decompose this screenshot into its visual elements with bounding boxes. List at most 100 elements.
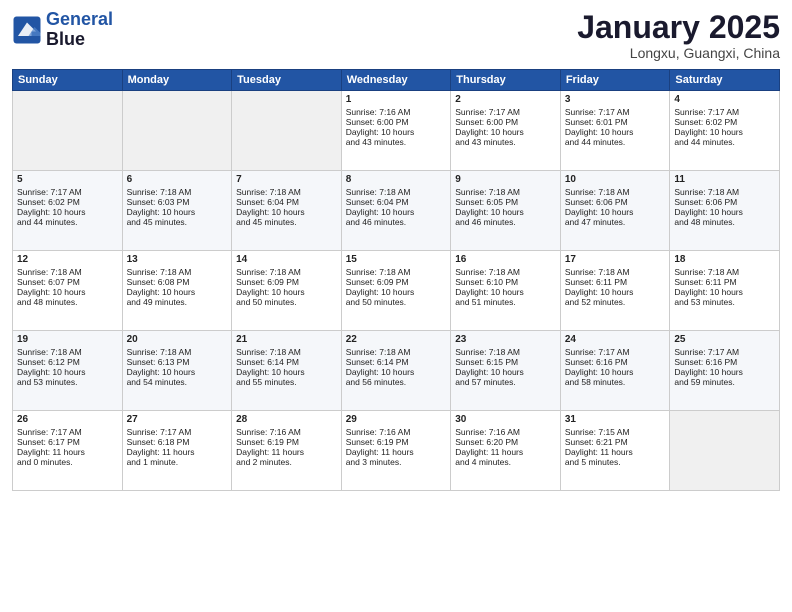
day-number: 25	[674, 334, 775, 345]
cell-info-line: and 3 minutes.	[346, 457, 447, 467]
calendar-cell: 14Sunrise: 7:18 AMSunset: 6:09 PMDayligh…	[232, 251, 342, 331]
cell-info-line: Sunset: 6:09 PM	[346, 277, 447, 287]
calendar-cell: 19Sunrise: 7:18 AMSunset: 6:12 PMDayligh…	[13, 331, 123, 411]
cell-info-line: Sunset: 6:01 PM	[565, 117, 666, 127]
calendar-cell: 4Sunrise: 7:17 AMSunset: 6:02 PMDaylight…	[670, 91, 780, 171]
calendar-title: January 2025	[577, 10, 780, 45]
cell-info-line: Sunrise: 7:18 AM	[127, 187, 228, 197]
day-number: 12	[17, 254, 118, 265]
cell-info-line: Sunset: 6:20 PM	[455, 437, 556, 447]
day-number: 31	[565, 414, 666, 425]
cell-info-line: and 48 minutes.	[674, 217, 775, 227]
cell-info-line: Sunrise: 7:17 AM	[455, 107, 556, 117]
calendar-cell	[122, 91, 232, 171]
cell-info-line: Daylight: 10 hours	[17, 287, 118, 297]
cell-info-line: Sunrise: 7:17 AM	[565, 107, 666, 117]
cell-info-line: and 44 minutes.	[674, 137, 775, 147]
cell-info-line: Sunrise: 7:18 AM	[455, 347, 556, 357]
cell-info-line: Daylight: 11 hours	[17, 447, 118, 457]
cell-info-line: Daylight: 10 hours	[17, 207, 118, 217]
cell-info-line: Sunrise: 7:18 AM	[674, 267, 775, 277]
cell-info-line: Sunrise: 7:17 AM	[17, 427, 118, 437]
logo-general: General	[46, 9, 113, 29]
calendar-cell: 3Sunrise: 7:17 AMSunset: 6:01 PMDaylight…	[560, 91, 670, 171]
cell-info-line: Daylight: 11 hours	[346, 447, 447, 457]
day-number: 22	[346, 334, 447, 345]
calendar-cell: 6Sunrise: 7:18 AMSunset: 6:03 PMDaylight…	[122, 171, 232, 251]
calendar-table: SundayMondayTuesdayWednesdayThursdayFrid…	[12, 69, 780, 491]
day-number: 29	[346, 414, 447, 425]
cell-info-line: Sunset: 6:19 PM	[346, 437, 447, 447]
cell-info-line: Sunrise: 7:16 AM	[346, 427, 447, 437]
day-number: 30	[455, 414, 556, 425]
calendar-cell: 30 Sunrise: 7:16 AMSunset: 6:20 PMDayligh…	[451, 411, 561, 491]
cell-info-line: Sunset: 6:04 PM	[236, 197, 337, 207]
cell-info-line: Sunrise: 7:17 AM	[674, 107, 775, 117]
cell-info-line: and 58 minutes.	[565, 377, 666, 387]
cell-info-line: Sunset: 6:00 PM	[346, 117, 447, 127]
calendar-cell	[13, 91, 123, 171]
cell-info-line: and 56 minutes.	[346, 377, 447, 387]
cell-info-line: Sunrise: 7:18 AM	[127, 347, 228, 357]
cell-info-line: Daylight: 10 hours	[565, 367, 666, 377]
day-header-monday: Monday	[122, 70, 232, 91]
cell-info-line: Sunrise: 7:18 AM	[17, 267, 118, 277]
calendar-cell: 1Sunrise: 7:16 AMSunset: 6:00 PMDaylight…	[341, 91, 451, 171]
cell-info-line: and 59 minutes.	[674, 377, 775, 387]
cell-info-line: Daylight: 10 hours	[346, 367, 447, 377]
cell-info-line: Sunset: 6:18 PM	[127, 437, 228, 447]
calendar-cell	[670, 411, 780, 491]
day-header-thursday: Thursday	[451, 70, 561, 91]
calendar-subtitle: Longxu, Guangxi, China	[577, 45, 780, 61]
cell-info-line: and 57 minutes.	[455, 377, 556, 387]
cell-info-line: Sunset: 6:16 PM	[565, 357, 666, 367]
cell-info-line: and 53 minutes.	[17, 377, 118, 387]
calendar-cell	[232, 91, 342, 171]
cell-info-line: and 54 minutes.	[127, 377, 228, 387]
cell-info-line: Daylight: 10 hours	[674, 127, 775, 137]
cell-info-line: Sunrise: 7:18 AM	[236, 187, 337, 197]
calendar-cell: 21Sunrise: 7:18 AMSunset: 6:14 PMDayligh…	[232, 331, 342, 411]
cell-info-line: Sunset: 6:13 PM	[127, 357, 228, 367]
cell-info-line: Sunset: 6:03 PM	[127, 197, 228, 207]
day-number: 23	[455, 334, 556, 345]
logo-icon	[12, 15, 42, 45]
cell-info-line: Daylight: 10 hours	[127, 207, 228, 217]
cell-info-line: Sunset: 6:00 PM	[455, 117, 556, 127]
cell-info-line: Daylight: 11 hours	[127, 447, 228, 457]
calendar-cell: 31Sunrise: 7:15 AMSunset: 6:21 PMDayligh…	[560, 411, 670, 491]
cell-info-line: Sunrise: 7:18 AM	[346, 187, 447, 197]
cell-info-line: and 49 minutes.	[127, 297, 228, 307]
calendar-cell: 7Sunrise: 7:18 AMSunset: 6:04 PMDaylight…	[232, 171, 342, 251]
calendar-cell: 23 Sunrise: 7:18 AMSunset: 6:15 PMDayligh…	[451, 331, 561, 411]
cell-info-line: Sunrise: 7:18 AM	[236, 347, 337, 357]
cell-info-line: and 53 minutes.	[674, 297, 775, 307]
cell-info-line: Sunrise: 7:16 AM	[236, 427, 337, 437]
calendar-cell: 17Sunrise: 7:18 AMSunset: 6:11 PMDayligh…	[560, 251, 670, 331]
day-number: 16	[455, 254, 556, 265]
day-number: 28	[236, 414, 337, 425]
day-number: 2	[455, 94, 556, 105]
calendar-cell: 16Sunrise: 7:18 AMSunset: 6:10 PMDayligh…	[451, 251, 561, 331]
cell-info-line: Sunset: 6:02 PM	[674, 117, 775, 127]
cell-info-line: Sunset: 6:15 PM	[455, 357, 556, 367]
cell-info-line: and 48 minutes.	[17, 297, 118, 307]
cell-info-line: Daylight: 10 hours	[455, 367, 556, 377]
cell-info-line: Daylight: 10 hours	[346, 207, 447, 217]
cell-info-line: Sunrise: 7:16 AM	[455, 427, 556, 437]
cell-info-line: Daylight: 11 hours	[455, 447, 556, 457]
cell-info-line: and 44 minutes.	[17, 217, 118, 227]
cell-info-line: and 55 minutes.	[236, 377, 337, 387]
cell-info-line: and 2 minutes.	[236, 457, 337, 467]
cell-info-line: Daylight: 10 hours	[674, 287, 775, 297]
calendar-cell: 18Sunrise: 7:18 AMSunset: 6:11 PMDayligh…	[670, 251, 780, 331]
cell-info-line: and 0 minutes.	[17, 457, 118, 467]
cell-info-line: Sunset: 6:12 PM	[17, 357, 118, 367]
cell-info-line: Sunset: 6:21 PM	[565, 437, 666, 447]
cell-info-line: Daylight: 10 hours	[236, 367, 337, 377]
day-number: 17	[565, 254, 666, 265]
cell-info-line: Daylight: 10 hours	[455, 287, 556, 297]
cell-info-line: Sunrise: 7:18 AM	[565, 187, 666, 197]
title-block: January 2025 Longxu, Guangxi, China	[577, 10, 780, 61]
cell-info-line: Sunrise: 7:18 AM	[565, 267, 666, 277]
